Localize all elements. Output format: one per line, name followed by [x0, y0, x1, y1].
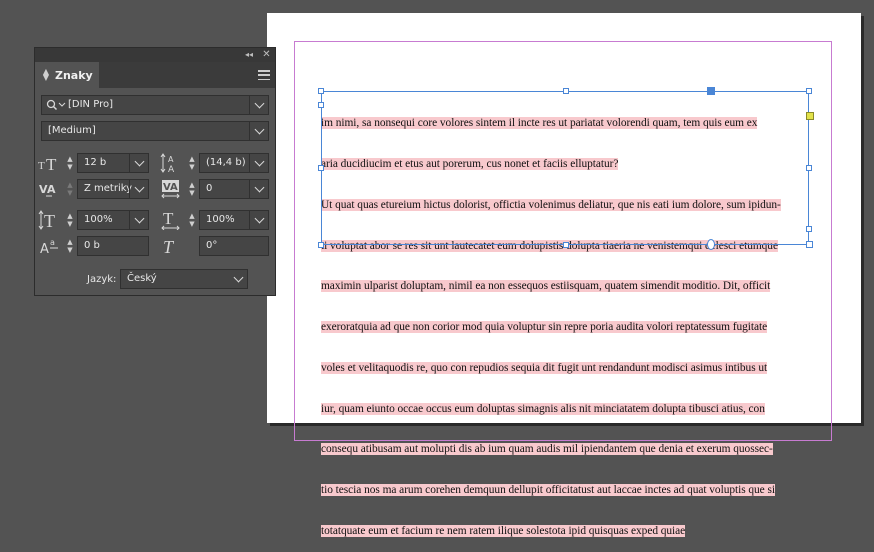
horizontal-scale-field[interactable]: 100%	[199, 210, 269, 230]
font-style-value: [Medium]	[48, 125, 96, 136]
vertical-scale-value: 100%	[84, 214, 113, 225]
close-panel-icon[interactable]: ✕	[261, 49, 272, 60]
text-line: aria ducidiucim et etus aut porerum, cus…	[321, 157, 619, 170]
vertical-scale-stepper[interactable]: ▲ ▼	[64, 210, 76, 230]
tracking-stepper[interactable]: ▲ ▼	[186, 179, 198, 199]
text-line: voles et velitaquodis re, quo con repudi…	[321, 361, 768, 374]
frame-handle-top-mid-left[interactable]	[563, 88, 569, 94]
font-size-field[interactable]: 12 b	[77, 153, 149, 173]
collapse-panel-icon[interactable]: ◂◂	[244, 49, 254, 60]
leading-value: (14,4 b)	[206, 157, 246, 168]
svg-text:A: A	[40, 242, 49, 256]
svg-text:T: T	[163, 237, 175, 256]
vertical-scale-icon: T	[37, 210, 61, 230]
tracking-icon: VA	[159, 179, 183, 199]
in-port-handle[interactable]	[318, 102, 324, 108]
search-icon[interactable]	[46, 99, 66, 114]
svg-text:T: T	[38, 160, 45, 172]
frame-handle-mid-right[interactable]	[806, 165, 812, 171]
text-frame-content[interactable]: im nimi, sa nonsequi core volores sintem…	[321, 90, 813, 552]
chevron-down-icon[interactable]	[129, 154, 148, 172]
chevron-down-icon[interactable]	[129, 180, 148, 198]
leading-field[interactable]: (14,4 b)	[199, 153, 269, 173]
text-line: totatquate eum et facium re nem ratem il…	[321, 525, 686, 537]
svg-text:T: T	[46, 155, 57, 172]
text-line: Ut quat quas etureium hictus dolorist, o…	[321, 198, 781, 211]
text-line: exeroratquia ad que non corior mod quia …	[321, 321, 768, 334]
text-line: maximin ulparist doluptam, nimil ea non …	[321, 280, 771, 293]
horizontal-scale-icon: T	[159, 210, 183, 230]
language-value: Český	[127, 273, 157, 284]
chevron-down-icon[interactable]	[249, 180, 268, 198]
chevron-down-icon[interactable]	[129, 211, 148, 229]
panel-title-bar[interactable]: ◂◂ ✕	[35, 48, 275, 62]
baseline-shift-stepper[interactable]: ▲ ▼	[64, 236, 76, 256]
frame-handle-top-center[interactable]	[707, 87, 715, 95]
kerning-icon: V A	[37, 179, 61, 199]
svg-text:A: A	[168, 165, 175, 173]
text-line: consequ atibusam aut molupti dis ab ium …	[321, 443, 773, 456]
leading-stepper[interactable]: ▲ ▼	[186, 153, 198, 173]
baseline-shift-field[interactable]: 0 b	[77, 236, 149, 256]
overset-out-port[interactable]	[707, 239, 715, 250]
tab-expand-icon[interactable]: ▲ ▼	[41, 68, 51, 82]
vertical-scale-field[interactable]: 100%	[77, 210, 149, 230]
corner-effects-handle[interactable]	[806, 112, 814, 120]
skew-field[interactable]: 0°	[199, 236, 269, 256]
leading-icon: A A	[159, 153, 183, 173]
frame-handle-bottom-right-inner[interactable]	[806, 226, 812, 232]
svg-text:A: A	[168, 155, 174, 164]
font-size-value: 12 b	[84, 157, 107, 168]
kerning-stepper[interactable]: ▲ ▼	[64, 179, 76, 199]
frame-handle-mid-left[interactable]	[318, 165, 324, 171]
chevron-down-icon[interactable]	[249, 122, 268, 140]
frame-handle-top-left[interactable]	[318, 88, 324, 94]
frame-handle-bottom-right[interactable]	[806, 241, 813, 248]
text-line: iur, quam eiunto occae occus eum dolupta…	[321, 402, 765, 415]
text-line: tio tescia nos ma arum corehen demquun d…	[321, 484, 775, 497]
text-line: im nimi, sa nonsequi core volores sintem…	[321, 117, 758, 130]
chevron-down-icon[interactable]	[249, 211, 268, 229]
tab-znaky[interactable]: ▲ ▼ Znaky	[35, 62, 99, 88]
horizontal-scale-stepper[interactable]: ▲ ▼	[186, 210, 198, 230]
svg-text:a: a	[50, 238, 55, 247]
tracking-value: 0	[206, 183, 213, 194]
font-family-value: [DIN Pro]	[68, 99, 113, 110]
baseline-shift-value: 0 b	[84, 240, 100, 251]
svg-text:VA: VA	[163, 182, 178, 193]
frame-handle-bottom-center[interactable]	[563, 242, 569, 248]
panel-menu-icon[interactable]	[258, 70, 270, 80]
font-style-field[interactable]: [Medium]	[41, 121, 269, 141]
panel-tab-bar: ▲ ▼ Znaky	[35, 62, 275, 88]
frame-handle-bottom-left[interactable]	[318, 242, 324, 248]
chevron-down-icon[interactable]	[229, 270, 247, 288]
chevron-down-icon[interactable]	[249, 154, 268, 172]
horizontal-scale-value: 100%	[206, 214, 235, 225]
tracking-field[interactable]: 0	[199, 179, 269, 199]
language-label: Jazyk:	[87, 274, 117, 285]
tab-label: Znaky	[55, 68, 93, 82]
font-size-stepper[interactable]: ▲ ▼	[64, 153, 76, 173]
svg-text:T: T	[44, 211, 55, 230]
language-select[interactable]: Český	[120, 269, 248, 289]
font-family-field[interactable]: [DIN Pro]	[41, 95, 269, 115]
baseline-shift-icon: A a	[37, 236, 61, 256]
character-panel: ◂◂ ✕ ▲ ▼ Znaky [DIN Pro] [Medium] T T ▲ …	[34, 47, 276, 296]
kerning-field[interactable]: Z metriky	[77, 179, 149, 199]
svg-text:A: A	[47, 183, 56, 196]
chevron-down-icon[interactable]	[249, 96, 268, 114]
svg-text:T: T	[163, 210, 174, 228]
skew-value: 0°	[206, 240, 218, 251]
skew-icon: T	[159, 236, 183, 256]
frame-handle-top-right[interactable]	[806, 88, 812, 94]
kerning-value: Z metriky	[84, 183, 133, 194]
font-size-icon: T T	[37, 153, 61, 173]
